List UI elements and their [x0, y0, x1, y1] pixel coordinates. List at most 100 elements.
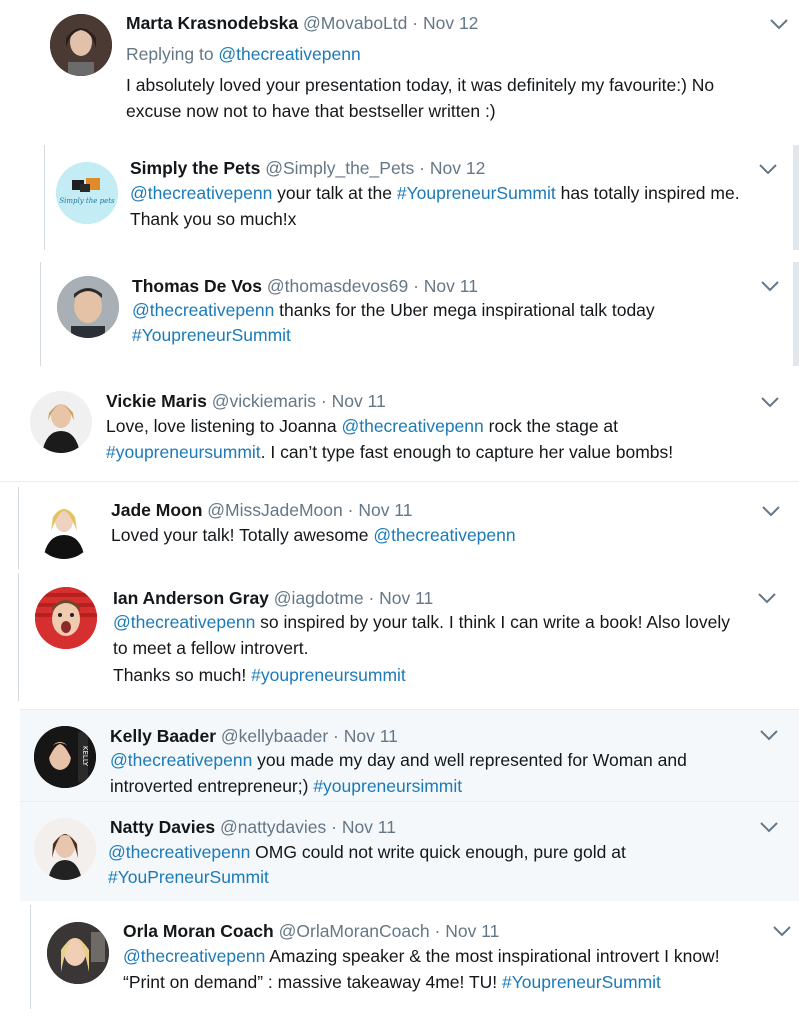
tweet-card[interactable]: Vickie Maris @vickiemaris · Nov 11 Love,…	[0, 378, 799, 482]
tweet-text: has totally inspired me.	[555, 183, 740, 203]
author-name[interactable]: Marta Krasnodebska	[126, 13, 298, 33]
tweet-date[interactable]: Nov 11	[342, 817, 396, 837]
tweet-text: Love, love listening to Joanna	[106, 416, 342, 436]
tweet-text: you made my day and well represented for…	[252, 750, 687, 770]
tweet-date[interactable]: Nov 11	[379, 588, 433, 608]
tweet-text: your talk at the	[272, 183, 397, 203]
avatar[interactable]	[35, 587, 97, 649]
chevron-down-icon[interactable]	[768, 16, 790, 32]
tweet-date[interactable]: Nov 11	[358, 500, 412, 520]
avatar[interactable]: KELLY	[34, 726, 96, 788]
tweet-card[interactable]: Jade Moon @MissJadeMoon · Nov 11 Loved y…	[18, 487, 799, 569]
author-name[interactable]: Orla Moran Coach	[123, 921, 274, 941]
hashtag-link[interactable]: #YoupreneurSummit	[397, 183, 556, 203]
author-handle[interactable]: @Simply_the_Pets	[265, 158, 414, 178]
mention-link[interactable]: @thecreativepenn	[373, 525, 515, 545]
tweet-text: so inspired by your talk. I think I can …	[255, 612, 730, 632]
tweet-date[interactable]: Nov 11	[344, 726, 398, 746]
tweet-text: Amazing speaker & the most inspirational…	[265, 946, 720, 966]
scrollbar-track[interactable]	[793, 262, 799, 366]
tweet-card[interactable]: Natty Davies @nattydavies · Nov 11 @thec…	[20, 801, 799, 901]
tweet-card[interactable]: Ian Anderson Gray @iagdotme · Nov 11 @th…	[18, 573, 799, 701]
tweet-text: Thanks so much!	[113, 665, 252, 685]
separator-dot: ·	[434, 921, 441, 941]
chevron-down-icon[interactable]	[756, 590, 778, 606]
author-handle[interactable]: @OrlaMoranCoach	[279, 921, 430, 941]
mention-link[interactable]: @thecreativepenn	[130, 183, 272, 203]
author-handle[interactable]: @MissJadeMoon	[207, 500, 342, 520]
separator-dot: ·	[333, 726, 339, 746]
tweet-date[interactable]: Nov 11	[424, 276, 478, 296]
tweet-card[interactable]: Simply the pets Simply the Pets @Simply_…	[44, 145, 792, 250]
chevron-down-icon[interactable]	[759, 394, 781, 410]
tweet-card[interactable]: Thomas De Vos @thomasdevos69 · Nov 11 @t…	[40, 262, 792, 366]
mention-link[interactable]: @thecreativepenn	[113, 612, 255, 632]
separator-dot: ·	[368, 588, 375, 608]
tweet-text: rock the stage at	[483, 416, 619, 436]
tweet-text-line: I absolutely loved your presentation tod…	[126, 75, 715, 95]
tweet-date[interactable]: Nov 12	[423, 13, 478, 33]
chevron-down-icon[interactable]	[771, 923, 793, 939]
mention-link[interactable]: @thecreativepenn	[108, 842, 250, 862]
separator-dot: ·	[331, 817, 337, 837]
chevron-down-icon[interactable]	[757, 161, 779, 177]
tweet-date[interactable]: Nov 12	[430, 158, 485, 178]
avatar-logo-text: KELLY	[81, 746, 89, 767]
tweet-card[interactable]: Marta Krasnodebska @MovaboLtd · Nov 12 R…	[20, 0, 799, 145]
avatar-logo-text: Simply the pets	[59, 197, 115, 205]
author-handle[interactable]: @iagdotme	[274, 588, 364, 608]
tweet-date[interactable]: Nov 11	[445, 921, 499, 941]
author-name[interactable]: Vickie Maris	[106, 391, 207, 411]
chevron-down-icon[interactable]	[760, 503, 782, 519]
separator-dot: ·	[347, 500, 354, 520]
chevron-down-icon[interactable]	[758, 727, 780, 743]
tweet-card[interactable]: KELLY Kelly Baader @kellybaader · Nov 11…	[20, 709, 799, 801]
tweet-card[interactable]: Orla Moran Coach @OrlaMoranCoach · Nov 1…	[30, 905, 799, 1009]
tweet-date[interactable]: Nov 11	[332, 391, 386, 411]
mention-link[interactable]: @thecreativepenn	[123, 946, 265, 966]
avatar[interactable]	[50, 14, 112, 76]
reply-prefix: Replying to	[126, 44, 219, 64]
tweet-text-line: Thank you so much!x	[130, 209, 297, 229]
tweet-text: OMG could not write quick enough, pure g…	[250, 842, 626, 862]
author-name[interactable]: Simply the Pets	[130, 158, 260, 178]
tweet-text: introverted entrepreneur;)	[110, 776, 314, 796]
tweet-text-line: to meet a fellow introvert.	[113, 638, 309, 658]
tweet-text: thanks for the Uber mega inspirational t…	[274, 300, 655, 320]
author-handle[interactable]: @kellybaader	[221, 726, 328, 746]
avatar[interactable]	[30, 391, 92, 453]
mention-link[interactable]: @thecreativepenn	[110, 750, 252, 770]
tweet-text: . I can’t type fast enough to capture he…	[260, 442, 674, 462]
avatar[interactable]	[34, 818, 96, 880]
author-name[interactable]: Kelly Baader	[110, 726, 216, 746]
mention-link[interactable]: @thecreativepenn	[341, 416, 483, 436]
scrollbar-track[interactable]	[793, 145, 799, 250]
author-handle[interactable]: @vickiemaris	[212, 391, 316, 411]
hashtag-link[interactable]: #YoupreneurSummit	[502, 972, 661, 992]
hashtag-link[interactable]: #youpreneursimmit	[313, 776, 462, 796]
author-name[interactable]: Natty Davies	[110, 817, 215, 837]
author-handle[interactable]: @nattydavies	[220, 817, 326, 837]
avatar[interactable]	[47, 922, 109, 984]
avatar[interactable]: Simply the pets	[56, 162, 118, 224]
chevron-down-icon[interactable]	[759, 278, 781, 294]
separator-dot: ·	[320, 391, 327, 411]
tweet-text: “Print on demand” : massive takeaway 4me…	[123, 972, 502, 992]
author-name[interactable]: Ian Anderson Gray	[113, 588, 269, 608]
author-name[interactable]: Jade Moon	[111, 500, 202, 520]
author-handle[interactable]: @MovaboLtd	[303, 13, 407, 33]
author-handle[interactable]: @thomasdevos69	[267, 276, 408, 296]
author-name[interactable]: Thomas De Vos	[132, 276, 262, 296]
separator-dot: ·	[412, 13, 419, 33]
avatar[interactable]	[33, 497, 95, 559]
hashtag-link[interactable]: #youpreneursummit	[106, 442, 261, 462]
mention-link[interactable]: @thecreativepenn	[218, 44, 360, 64]
hashtag-link[interactable]: #YouPreneurSummit	[108, 867, 269, 887]
hashtag-link[interactable]: #youpreneursummit	[251, 665, 406, 685]
tweet-text: Loved your talk! Totally awesome	[111, 525, 374, 545]
hashtag-link[interactable]: #YoupreneurSummit	[132, 325, 291, 345]
chevron-down-icon[interactable]	[758, 819, 780, 835]
mention-link[interactable]: @thecreativepenn	[132, 300, 274, 320]
tweet-text-line: excuse now not to have that bestseller w…	[126, 101, 496, 121]
avatar[interactable]	[57, 276, 119, 338]
